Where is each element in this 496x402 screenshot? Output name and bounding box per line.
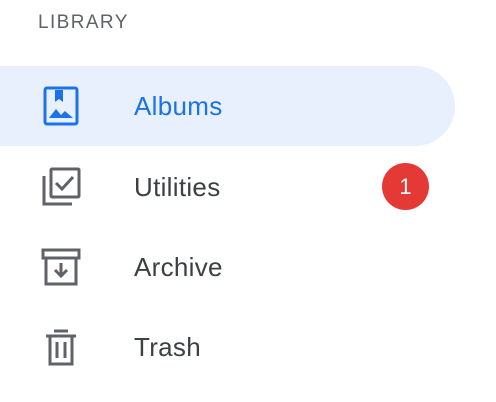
- nav-label-albums: Albums: [134, 90, 223, 121]
- notification-badge: 1: [382, 163, 429, 210]
- nav-item-utilities[interactable]: Utilities 1: [0, 147, 455, 227]
- nav-item-trash[interactable]: Trash: [0, 307, 455, 387]
- utilities-icon: [40, 166, 82, 208]
- archive-icon: [40, 246, 82, 288]
- nav-item-archive[interactable]: Archive: [0, 227, 455, 307]
- library-nav: LIBRARY Albums Utilities 1 Archive Trash: [0, 0, 496, 402]
- nav-label-utilities: Utilities: [134, 171, 221, 202]
- nav-item-albums[interactable]: Albums: [0, 66, 455, 146]
- nav-label-trash: Trash: [134, 331, 201, 362]
- section-header: LIBRARY: [38, 12, 129, 33]
- trash-icon: [40, 326, 82, 368]
- nav-label-archive: Archive: [134, 251, 223, 282]
- album-icon: [40, 85, 82, 127]
